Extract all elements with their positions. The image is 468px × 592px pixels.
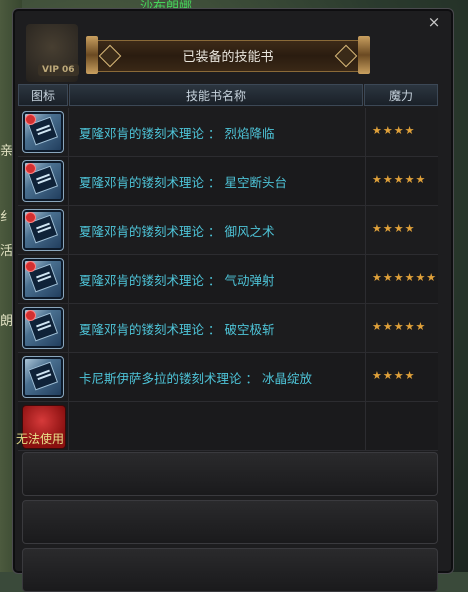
lock-icon — [25, 114, 36, 125]
skill-book-icon[interactable] — [22, 356, 64, 398]
skill-book-name: 卡尼斯伊萨多拉的镂刻术理论 ： 冰晶绽放 — [79, 371, 312, 386]
skill-book-name: 夏隆邓肯的镂刻术理论 ： 御风之术 — [79, 224, 275, 239]
mana-stars: ★★★★★ — [372, 173, 427, 186]
title-bar: 已装备的技能书 — [86, 36, 370, 74]
table-row[interactable]: 夏隆邓肯的镂刻术理论 ： 气动弹射 ★★★★★★ — [18, 255, 438, 304]
skill-book-icon[interactable] — [22, 307, 64, 349]
skill-book-name: 夏隆邓肯的镂刻术理论 ： 星空断头台 — [79, 175, 287, 190]
mana-stars: ★★★★ — [372, 222, 416, 235]
skill-book-icon[interactable] — [22, 111, 64, 153]
mana-stars: ★★★★★★ — [372, 271, 438, 284]
empty-slot-bar[interactable] — [22, 452, 438, 496]
skill-book-icon[interactable] — [22, 160, 64, 202]
header-name: 技能书名称 — [69, 84, 363, 106]
mana-stars: ★★★★ — [372, 369, 416, 382]
table-row[interactable]: 夏隆邓肯的镂刻术理论 ： 烈焰降临 ★★★★ — [18, 108, 438, 157]
skill-book-icon[interactable] — [22, 209, 64, 251]
mana-stars: ★★★★★ — [372, 320, 427, 333]
empty-slot-bar[interactable] — [22, 500, 438, 544]
table-row[interactable]: 夏隆邓肯的镂刻术理论 ： 星空断头台 ★★★★★ — [18, 157, 438, 206]
skill-book-name: 夏隆邓肯的镂刻术理论 ： 气动弹射 — [79, 273, 275, 288]
close-icon[interactable]: × — [426, 14, 442, 30]
lock-icon — [25, 212, 36, 223]
skill-book-name: 夏隆邓肯的镂刻术理论 ： 烈焰降临 — [79, 126, 275, 141]
empty-slot-bar[interactable] — [22, 548, 438, 592]
vip-badge: VIP 06 — [38, 64, 79, 76]
skill-book-icon[interactable] — [22, 258, 64, 300]
lock-icon — [25, 310, 36, 321]
lock-icon — [25, 163, 36, 174]
window-title: 已装备的技能书 — [182, 50, 274, 65]
header-mana: 魔力 — [364, 84, 438, 106]
skill-book-name: 夏隆邓肯的镂刻术理论 ： 破空极斩 — [79, 322, 275, 337]
header-icon: 图标 — [18, 84, 68, 106]
lock-icon — [25, 261, 36, 272]
table-row[interactable]: 夏隆邓肯的镂刻术理论 ： 御风之术 ★★★★ — [18, 206, 438, 255]
table-row[interactable]: 夏隆邓肯的镂刻术理论 ： 破空极斩 ★★★★★ — [18, 304, 438, 353]
mana-stars: ★★★★ — [372, 124, 416, 137]
locked-slot-label: 无法使用 — [16, 432, 65, 446]
table-row[interactable]: 卡尼斯伊萨多拉的镂刻术理论 ： 冰晶绽放 ★★★★ — [18, 353, 438, 402]
table-header: 图标 技能书名称 魔力 — [18, 84, 438, 106]
